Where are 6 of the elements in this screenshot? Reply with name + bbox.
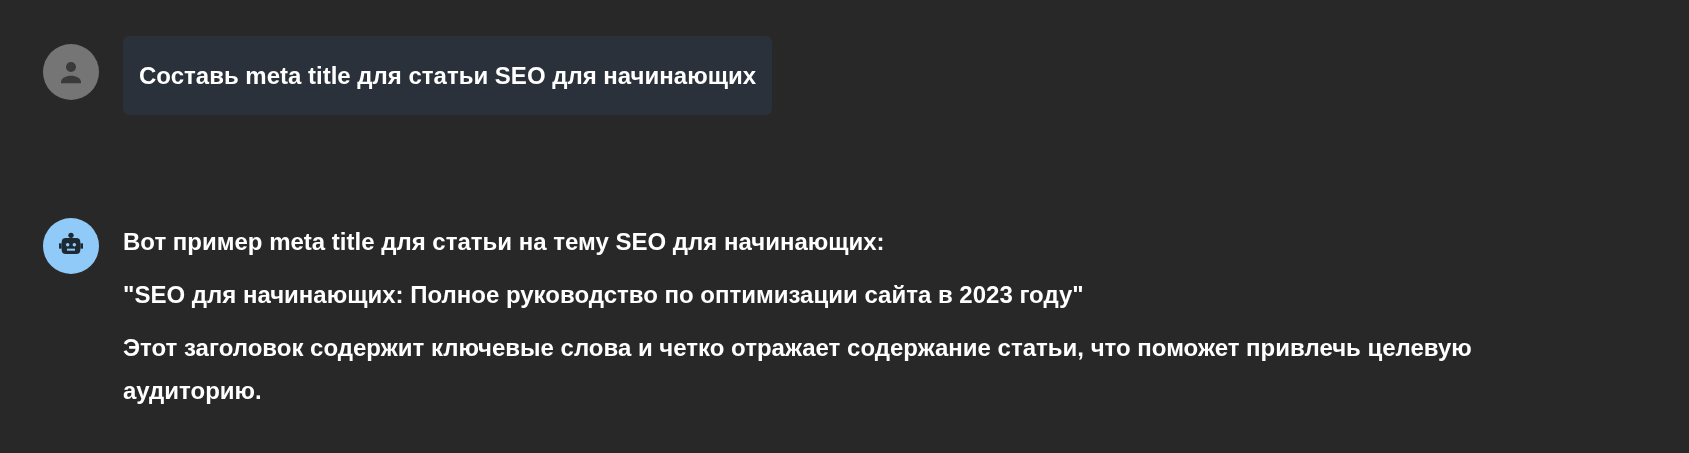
message-text: Составь meta title для статьи SEO для начинающих (139, 61, 756, 91)
message-text: "SEO для начинающих: Полное руководство по оптимизации сайта в 2023 году" (123, 280, 1085, 310)
robot-avatar-icon (43, 218, 99, 274)
message-text: Этот заголовок содержит ключевые слова и четко отражает содержание статьи, что поможет привлечь целевую аудиторию. (123, 333, 1473, 406)
message-text: Вот пример meta title для статьи на тему SEO для начинающих: (123, 227, 886, 257)
user-avatar-icon (43, 44, 99, 100)
